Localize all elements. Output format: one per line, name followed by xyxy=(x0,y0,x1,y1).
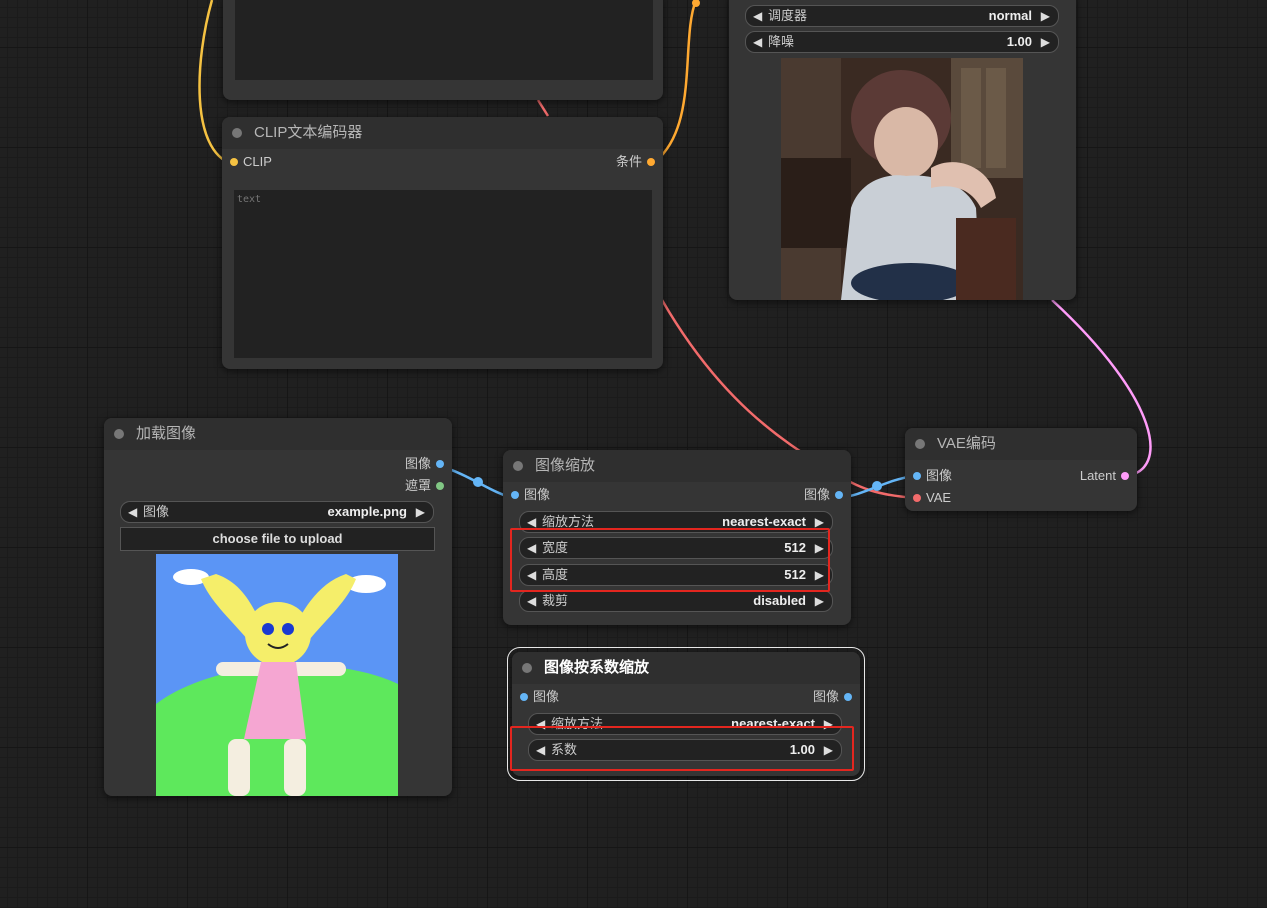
vae-link-upper xyxy=(536,99,550,117)
increment-arrow-icon[interactable]: ▶ xyxy=(815,538,824,558)
upload-button[interactable]: choose file to upload xyxy=(120,527,435,551)
node-title[interactable]: 加载图像 xyxy=(104,418,452,450)
decrement-arrow-icon[interactable]: ◀ xyxy=(536,714,545,734)
increment-arrow-icon[interactable]: ▶ xyxy=(815,591,824,611)
loaded-image-preview xyxy=(156,554,398,796)
mask-output-port[interactable] xyxy=(436,482,444,490)
image-output-port[interactable] xyxy=(436,460,444,468)
increment-arrow-icon[interactable]: ▶ xyxy=(824,714,833,734)
increment-arrow-icon[interactable]: ▶ xyxy=(815,565,824,585)
collapse-dot[interactable] xyxy=(513,461,523,471)
collapse-dot[interactable] xyxy=(232,128,242,138)
decrement-arrow-icon[interactable]: ◀ xyxy=(128,502,137,522)
image-slot-row: 图像 图像 xyxy=(503,484,851,506)
generated-preview-image xyxy=(781,58,1023,300)
load-image-node[interactable]: 加载图像 图像 遮罩 ◀ 图像 example.png ▶ choose fil… xyxy=(104,418,452,796)
increment-arrow-icon[interactable]: ▶ xyxy=(815,512,824,532)
image-scale-by-node[interactable]: 图像按系数缩放 图像 图像 ◀ 缩放方法 nearest-exact ▶ ◀ 系… xyxy=(507,647,865,781)
height-widget[interactable]: ◀ 高度 512 ▶ xyxy=(519,564,833,586)
clip-slot-row: CLIP 条件 xyxy=(222,151,663,173)
top-text-node[interactable] xyxy=(223,0,663,100)
decrement-arrow-icon[interactable]: ◀ xyxy=(527,538,536,558)
collapse-dot[interactable] xyxy=(915,439,925,449)
width-widget[interactable]: ◀ 宽度 512 ▶ xyxy=(519,537,833,559)
denoise-widget[interactable]: ◀ 降噪 1.00 ▶ xyxy=(745,31,1059,53)
scale-method-widget[interactable]: ◀ 缩放方法 nearest-exact ▶ xyxy=(519,511,833,533)
sampler-node[interactable]: ◀ 调度器 normal ▶ ◀ 降噪 1.00 ▶ xyxy=(729,0,1076,300)
prompt-text-input[interactable] xyxy=(234,190,652,358)
latent-output-port[interactable] xyxy=(1121,472,1129,480)
image-output-port[interactable] xyxy=(835,491,843,499)
mask-output-row: 遮罩 xyxy=(104,475,452,497)
vae-input-port[interactable] xyxy=(913,494,921,502)
clip-input-port[interactable] xyxy=(230,158,238,166)
node-title[interactable]: 图像缩放 xyxy=(503,450,851,482)
increment-arrow-icon[interactable]: ▶ xyxy=(1041,6,1050,26)
image-output-row: 图像 xyxy=(104,453,452,475)
vae-encode-node[interactable]: VAE编码 图像 Latent VAE xyxy=(905,428,1137,511)
increment-arrow-icon[interactable]: ▶ xyxy=(824,740,833,760)
decrement-arrow-icon[interactable]: ◀ xyxy=(527,512,536,532)
image-slot-row: 图像 图像 xyxy=(512,686,860,708)
decrement-arrow-icon[interactable]: ◀ xyxy=(753,6,762,26)
clip-text-encode-node[interactable]: CLIP文本编码器 CLIP 条件 xyxy=(222,117,663,369)
image-input-port[interactable] xyxy=(913,472,921,480)
collapse-dot[interactable] xyxy=(522,663,532,673)
scale-factor-widget[interactable]: ◀ 系数 1.00 ▶ xyxy=(528,739,842,761)
decrement-arrow-icon[interactable]: ◀ xyxy=(527,565,536,585)
condition-output-label: 条件 xyxy=(615,154,642,169)
vae-input-row: VAE xyxy=(905,487,1137,509)
scheduler-widget[interactable]: ◀ 调度器 normal ▶ xyxy=(745,5,1059,27)
decrement-arrow-icon[interactable]: ◀ xyxy=(527,591,536,611)
decrement-arrow-icon[interactable]: ◀ xyxy=(753,32,762,52)
node-title[interactable]: 图像按系数缩放 xyxy=(512,652,860,684)
image-output-port[interactable] xyxy=(844,693,852,701)
decrement-arrow-icon[interactable]: ◀ xyxy=(536,740,545,760)
top-text-area[interactable] xyxy=(235,0,653,80)
condition-output-port[interactable] xyxy=(647,158,655,166)
crop-widget[interactable]: ◀ 裁剪 disabled ▶ xyxy=(519,590,833,612)
image-latent-row: 图像 Latent xyxy=(905,465,1137,487)
clip-input-label: CLIP xyxy=(243,154,272,169)
image-input-port[interactable] xyxy=(520,693,528,701)
collapse-dot[interactable] xyxy=(114,429,124,439)
increment-arrow-icon[interactable]: ▶ xyxy=(416,502,425,522)
increment-arrow-icon[interactable]: ▶ xyxy=(1041,32,1050,52)
node-title[interactable]: CLIP文本编码器 xyxy=(222,117,663,149)
image-select-widget[interactable]: ◀ 图像 example.png ▶ xyxy=(120,501,434,523)
node-title[interactable]: VAE编码 xyxy=(905,428,1137,460)
scale-method-widget[interactable]: ◀ 缩放方法 nearest-exact ▶ xyxy=(528,713,842,735)
image-scale-node[interactable]: 图像缩放 图像 图像 ◀ 缩放方法 nearest-exact ▶ ◀ 宽度 5… xyxy=(503,450,851,625)
image-input-port[interactable] xyxy=(511,491,519,499)
